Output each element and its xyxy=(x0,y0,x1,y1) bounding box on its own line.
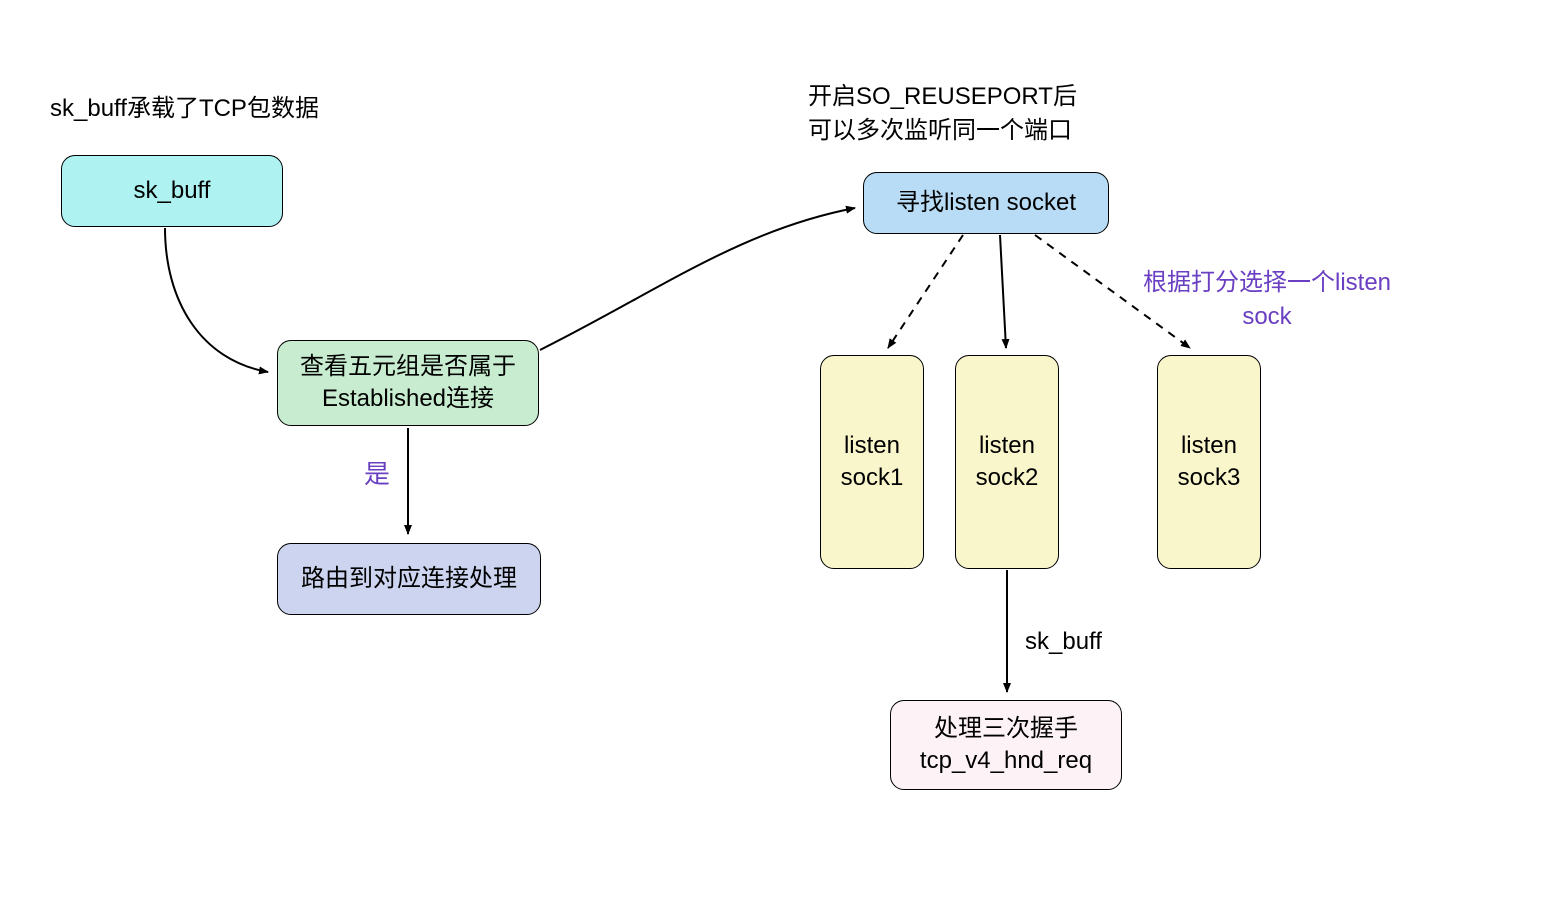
node-sock3-l2: sock3 xyxy=(1178,462,1241,494)
label-score-line2: sock xyxy=(1122,300,1412,334)
label-score-line1: 根据打分选择一个listen xyxy=(1122,266,1412,300)
node-skbuff-label: sk_buff xyxy=(134,175,211,207)
node-sock1-l2: sock1 xyxy=(841,462,904,494)
annotation-top-right-line1: 开启SO_REUSEPORT后 xyxy=(808,80,1077,114)
node-sock2-l2: sock2 xyxy=(976,462,1039,494)
node-listen-sock2: listen sock2 xyxy=(955,355,1059,569)
node-listen-sock3: listen sock3 xyxy=(1157,355,1261,569)
node-skbuff: sk_buff xyxy=(61,155,283,227)
node-hnd-l1: 处理三次握手 xyxy=(920,713,1092,745)
label-skbuff-edge: sk_buff xyxy=(1025,625,1102,659)
edge-find-to-sock2 xyxy=(1000,235,1006,348)
node-handshake: 处理三次握手 tcp_v4_hnd_req xyxy=(890,700,1122,790)
node-check-line2: Established连接 xyxy=(300,383,516,415)
node-sock2-l1: listen xyxy=(976,430,1039,462)
label-yes: 是 xyxy=(364,456,390,492)
annotation-top-right: 开启SO_REUSEPORT后 可以多次监听同一个端口 xyxy=(808,80,1077,147)
diagram-edges xyxy=(0,0,1556,898)
annotation-top-right-line2: 可以多次监听同一个端口 xyxy=(808,114,1077,148)
annotation-top-left: sk_buff承载了TCP包数据 xyxy=(50,92,319,126)
node-find-label: 寻找listen socket xyxy=(896,187,1076,219)
node-check-established: 查看五元组是否属于 Established连接 xyxy=(277,340,539,426)
edge-find-to-sock1 xyxy=(888,235,963,348)
node-sock3-l1: listen xyxy=(1178,430,1241,462)
node-route: 路由到对应连接处理 xyxy=(277,543,541,615)
node-find-listen: 寻找listen socket xyxy=(863,172,1109,234)
node-hnd-l2: tcp_v4_hnd_req xyxy=(920,745,1092,777)
node-route-label: 路由到对应连接处理 xyxy=(301,563,517,595)
edge-skbuff-to-check xyxy=(165,228,268,372)
node-sock1-l1: listen xyxy=(841,430,904,462)
edge-check-to-find xyxy=(540,208,855,350)
node-check-line1: 查看五元组是否属于 xyxy=(300,351,516,383)
label-score: 根据打分选择一个listen sock xyxy=(1122,266,1412,333)
node-listen-sock1: listen sock1 xyxy=(820,355,924,569)
